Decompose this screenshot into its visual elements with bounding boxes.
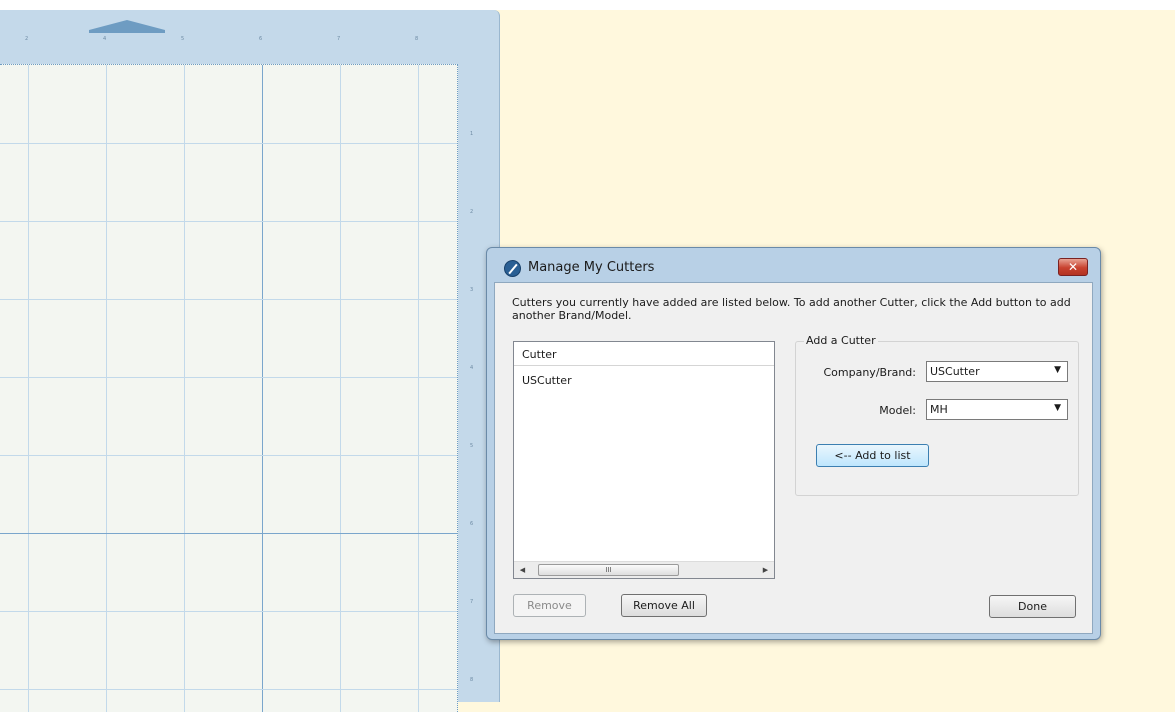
- brand-dropdown[interactable]: USCutter ▼: [926, 361, 1068, 382]
- brand-value: USCutter: [930, 365, 980, 378]
- ruler-side-number: 7: [470, 599, 474, 605]
- mat-grid[interactable]: [0, 64, 458, 712]
- ruler-side-number: 5: [470, 443, 474, 449]
- manage-cutters-dialog: Manage My Cutters ✕ Cutters you currentl…: [486, 247, 1101, 640]
- add-cutter-group: Add a Cutter Company/Brand: USCutter ▼ M…: [795, 334, 1079, 496]
- remove-all-button[interactable]: Remove All: [621, 594, 707, 617]
- chevron-down-icon: ▼: [1054, 365, 1061, 375]
- ruler-side-number: 2: [470, 209, 474, 215]
- mat-feed-arrow-icon: [89, 20, 165, 30]
- app-logo-icon: [504, 260, 521, 277]
- ruler-side-number: 8: [470, 677, 474, 683]
- done-button[interactable]: Done: [989, 595, 1076, 618]
- horizontal-scrollbar[interactable]: ◀ III ▶: [514, 561, 774, 578]
- top-strip: [0, 0, 1175, 10]
- grid-line: [0, 455, 457, 456]
- grid-line-major: [262, 65, 263, 712]
- grid-line-major: [0, 533, 457, 534]
- grid-line: [28, 65, 29, 712]
- ruler-top-number: 6: [259, 36, 263, 42]
- scroll-right-icon[interactable]: ▶: [757, 562, 774, 578]
- brand-label: Company/Brand:: [823, 366, 916, 379]
- ruler-top-number: 5: [181, 36, 185, 42]
- close-button[interactable]: ✕: [1058, 258, 1088, 276]
- dialog-description: Cutters you currently have added are lis…: [512, 296, 1071, 322]
- list-item[interactable]: USCutter: [522, 374, 572, 387]
- grid-line: [0, 689, 457, 690]
- scroll-left-icon[interactable]: ◀: [514, 562, 531, 578]
- dialog-title: Manage My Cutters: [528, 260, 655, 275]
- scroll-thumb[interactable]: III: [538, 564, 679, 576]
- grid-line: [106, 65, 107, 712]
- grid-line: [418, 65, 419, 712]
- grid-line: [0, 221, 457, 222]
- ruler-top-number: 7: [337, 36, 341, 42]
- ruler-side-number: 3: [470, 287, 474, 293]
- ruler-top-number: 4: [103, 36, 107, 42]
- ruler-side-number: 6: [470, 521, 474, 527]
- cutting-mat: 2 4 5 6 7 8 1 2 3 4 5 6 7 8: [0, 10, 500, 712]
- ruler-top-number: 8: [415, 36, 419, 42]
- mat-feed-arrow-base: [89, 30, 165, 33]
- model-value: MH: [930, 403, 948, 416]
- grid-line: [340, 65, 341, 712]
- model-label: Model:: [879, 404, 916, 417]
- grid-line: [0, 143, 457, 144]
- dialog-content: Cutters you currently have added are lis…: [494, 282, 1093, 634]
- grid-line: [0, 299, 457, 300]
- remove-button[interactable]: Remove: [513, 594, 586, 617]
- close-icon: ✕: [1067, 260, 1079, 274]
- group-legend: Add a Cutter: [804, 334, 878, 347]
- grid-line: [184, 65, 185, 712]
- ruler-top-number: 2: [25, 36, 29, 42]
- dialog-titlebar[interactable]: Manage My Cutters ✕: [487, 248, 1100, 282]
- cutter-list[interactable]: Cutter USCutter ◀ III ▶: [513, 341, 775, 579]
- list-column-header[interactable]: Cutter: [514, 342, 774, 366]
- model-dropdown[interactable]: MH ▼: [926, 399, 1068, 420]
- grid-line: [0, 377, 457, 378]
- grid-line: [0, 611, 457, 612]
- ruler-side-number: 1: [470, 131, 474, 137]
- chevron-down-icon: ▼: [1054, 403, 1061, 413]
- add-to-list-button[interactable]: <-- Add to list: [816, 444, 929, 467]
- ruler-side-number: 4: [470, 365, 474, 371]
